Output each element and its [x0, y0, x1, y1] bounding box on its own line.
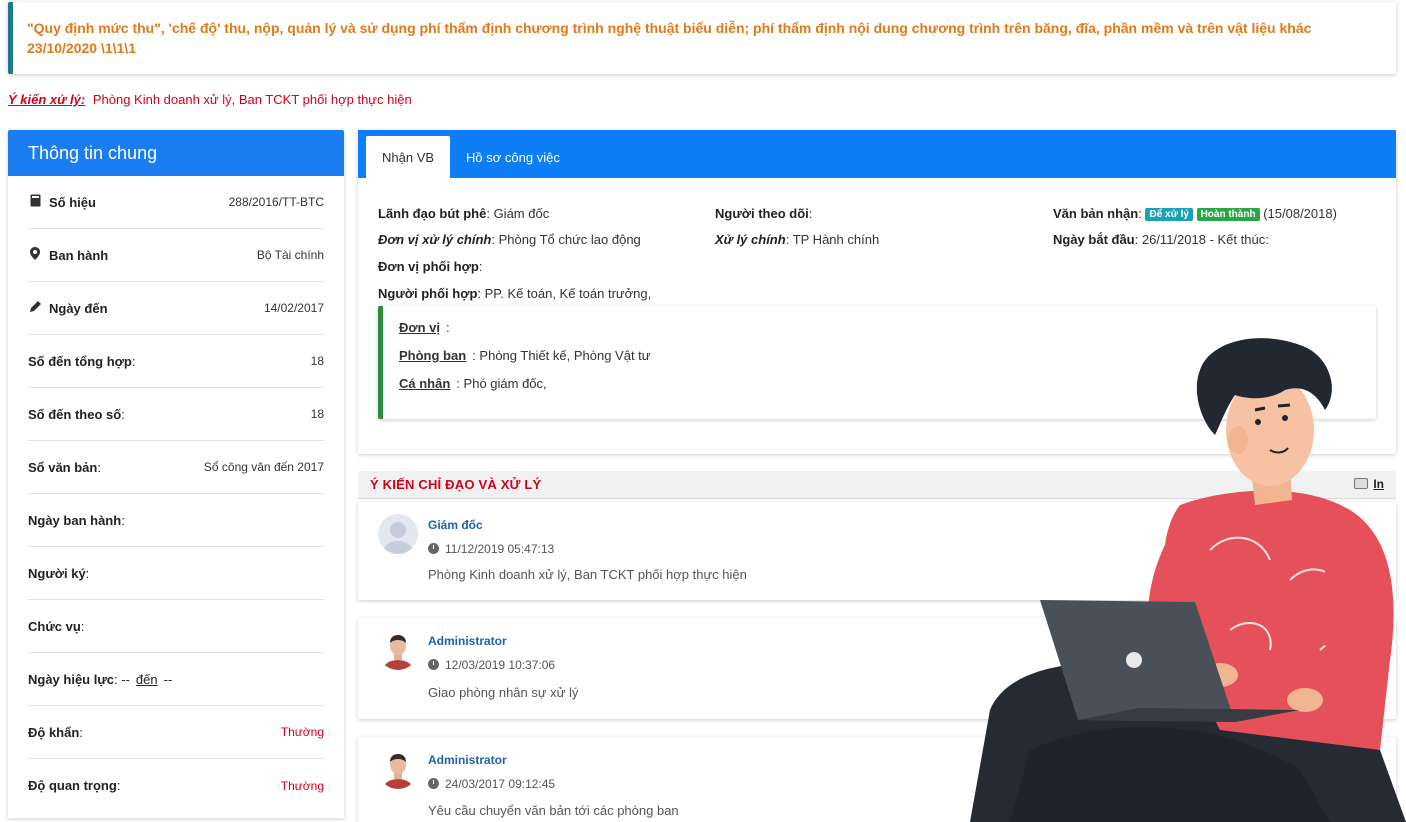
general-info-list: Số hiệu 288/2016/TT-BTC Ban hành Bộ Tài … — [8, 176, 344, 812]
field-main-unit: Đơn vị xử lý chính: Phòng Tổ chức lao độ… — [378, 232, 641, 247]
info-row-do-quan-trong: Độ quan trọng: Thường — [28, 778, 324, 793]
info-row-so-van-ban: Sổ văn bản: Sổ công văn đến 2017 — [28, 441, 324, 494]
comment-time: 24/03/2017 09:12:45 — [428, 777, 555, 791]
default-avatar — [378, 514, 418, 554]
field-main-handler: Xử lý chính: TP Hành chính — [715, 232, 880, 247]
info-label: Ngày hiệu lực — [28, 671, 114, 687]
info-value: Bộ Tài chính — [256, 248, 324, 262]
document-title: "Quy định mức thu", 'chế độ' thu, nộp, q… — [27, 20, 1312, 56]
comment-author[interactable]: Giám đốc — [428, 518, 483, 532]
map-marker-icon — [28, 247, 42, 263]
field-follower: Người theo dõi: — [715, 206, 813, 221]
info-label: Ngày đến — [49, 300, 108, 316]
user-avatar — [378, 630, 418, 670]
info-label: Ngày ban hành — [28, 512, 122, 528]
comments-section-title: Ý KIẾN CHỈ ĐẠO VÀ XỬ LÝ — [370, 477, 542, 492]
effective-from: -- — [121, 671, 130, 687]
clock-icon — [428, 543, 439, 554]
document-title-card: "Quy định mức thu", 'chế độ' thu, nộp, q… — [8, 2, 1396, 74]
info-row-nguoi-ky: Người ký: — [28, 547, 324, 600]
info-row-ngay-den: Ngày đến 14/02/2017 — [28, 282, 324, 335]
general-info-panel: Thông tin chung Số hiệu 288/2016/TT-BTC … — [8, 130, 344, 818]
info-value: 18 — [310, 354, 324, 368]
info-value: Thường — [280, 778, 324, 793]
info-row-so-hieu: Số hiệu 288/2016/TT-BTC — [28, 176, 324, 229]
info-label: Chức vụ — [28, 618, 81, 634]
clock-icon — [428, 659, 439, 670]
opinion-label: Ý kiến xử lý: — [8, 92, 86, 107]
info-value: Sổ công văn đến 2017 — [203, 460, 324, 474]
badge-to-process[interactable]: Để xử lý — [1145, 208, 1193, 221]
field-start-date: Ngày bắt đầu: 26/11/2018 - Kết thúc: — [1053, 232, 1269, 247]
general-info-heading: Thông tin chung — [8, 130, 344, 176]
comment-text: Giao phòng nhân sự xử lý — [428, 685, 579, 700]
tab-nhan-vb[interactable]: Nhận VB — [366, 136, 451, 178]
comment-author[interactable]: Administrator — [428, 753, 507, 767]
comment-time: 11/12/2019 05:47:13 — [428, 542, 554, 556]
info-row-so-den-tong-hop: Số đến tổng hợp: 18 — [28, 335, 324, 388]
info-label: Độ quan trọng — [28, 778, 117, 793]
comment-author[interactable]: Administrator — [428, 634, 507, 648]
info-value: Thường — [280, 725, 324, 739]
comment-text: Yêu cầu chuyển văn bản tới các phòng ban — [428, 803, 679, 818]
field-leader: Lãnh đạo bút phê: Giám đốc — [378, 206, 550, 221]
effective-to: -- — [163, 671, 173, 687]
badge-completed[interactable]: Hoàn thành — [1196, 208, 1260, 221]
info-label: Số đến tổng hợp — [28, 353, 132, 369]
opinion-line: Ý kiến xử lý: Phòng Kinh doanh xử lý, Ba… — [8, 92, 412, 107]
info-row-do-khan: Độ khẩn: Thường — [28, 706, 324, 759]
info-value: 18 — [310, 407, 324, 421]
effective-separator: đến — [135, 671, 158, 687]
info-row-ngay-ban-hanh: Ngày ban hành: — [28, 494, 324, 547]
info-label: Số hiệu — [49, 194, 96, 210]
clock-icon — [428, 778, 439, 789]
info-label: Ban hành — [49, 247, 109, 263]
field-coop-person: Người phối hợp: PP. Kế toán, Kế toán trư… — [378, 286, 652, 301]
info-row-ngay-hieu-luc: Ngày hiệu lực: -- đến -- — [28, 653, 324, 706]
field-received: Văn bản nhận: Để xử lý Hoàn thành (15/08… — [1053, 206, 1337, 221]
tab-ho-so-cong-viec[interactable]: Hồ sơ công việc — [450, 136, 576, 178]
user-avatar — [378, 749, 418, 789]
info-row-so-den-theo-so: Số đến theo số: 18 — [28, 388, 324, 441]
book-icon — [28, 194, 42, 210]
info-row-ban-hanh: Ban hành Bộ Tài chính — [28, 229, 324, 282]
comment-time: 12/03/2019 10:37:06 — [428, 658, 555, 672]
pencil-icon — [28, 300, 42, 316]
info-label: Sổ văn bản — [28, 459, 98, 475]
comment-text: Phòng Kinh doanh xử lý, Ban TCKT phối hợ… — [428, 567, 747, 582]
info-label: Người ký — [28, 565, 86, 581]
info-label: Số đến theo số — [28, 406, 122, 422]
info-row-chuc-vu: Chức vụ: — [28, 600, 324, 653]
person-laptop-illustration — [970, 330, 1406, 822]
info-label: Độ khẩn — [28, 724, 80, 740]
info-value: 288/2016/TT-BTC — [228, 195, 324, 209]
field-coop-unit: Đơn vị phối hợp: — [378, 259, 483, 274]
opinion-text: Phòng Kinh doanh xử lý, Ban TCKT phối hợ… — [92, 92, 412, 107]
tab-bar: Nhận VB Hồ sơ công việc — [358, 130, 1396, 178]
info-value: 14/02/2017 — [263, 301, 324, 315]
